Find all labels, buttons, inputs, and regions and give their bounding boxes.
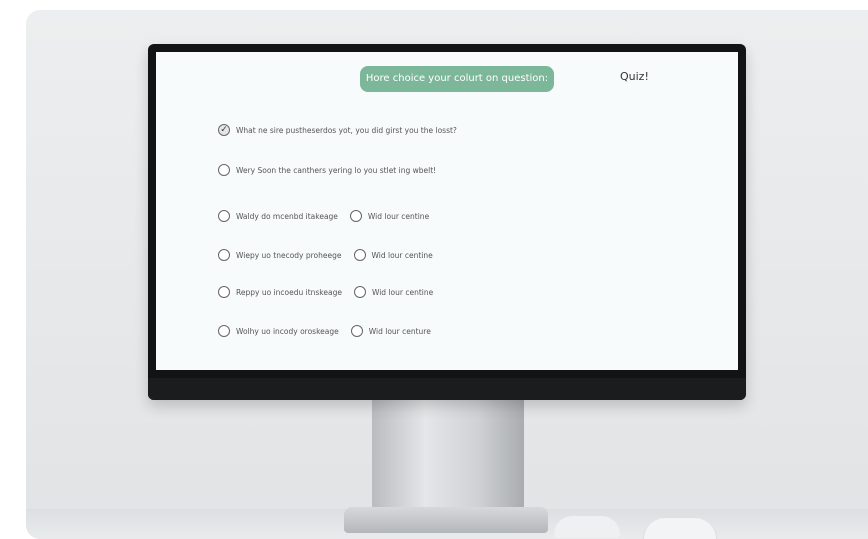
check-icon: ✓ xyxy=(220,124,228,135)
radio-circle-icon[interactable] xyxy=(218,249,230,261)
monitor-screen: Hore choice your colurt on question: Qui… xyxy=(156,52,738,370)
radio-circle-icon[interactable] xyxy=(353,286,366,298)
photo-background: Hore choice your colurt on question: Qui… xyxy=(26,10,868,539)
checked-radio[interactable]: ✓ xyxy=(218,124,230,136)
option-row: Wiepy uo tnecody proheege Wid lour centi… xyxy=(218,249,433,261)
mouse xyxy=(644,518,716,539)
option-a-label: Wiepy uo tnecody proheege xyxy=(236,250,342,260)
question-row[interactable]: Wery Soon the canthers yering lo you stl… xyxy=(218,164,436,176)
radio-circle-icon[interactable] xyxy=(349,210,362,222)
radio-circle-icon[interactable] xyxy=(218,325,230,337)
option-row: Wolhy uo incody oroskeage Wid lour centu… xyxy=(218,325,431,337)
quiz-header-pill: Hore choice your colurt on question: xyxy=(360,66,554,92)
radio-circle-icon[interactable] xyxy=(353,249,366,261)
option-a-label: Reppy uo incoedu itnskeage xyxy=(236,287,342,297)
option-b-label: Wid lour centine xyxy=(367,211,430,221)
keyboard-edge xyxy=(554,516,620,538)
question-text: Wery Soon the canthers yering lo you stl… xyxy=(236,165,437,175)
quiz-title: Quiz! xyxy=(620,70,649,83)
monitor-stand-neck xyxy=(372,396,524,514)
option-row: Reppy uo incoedu itnskeage Wid lour cent… xyxy=(218,286,433,298)
option-b-label: Wid lour centine xyxy=(371,250,433,260)
monitor-chin xyxy=(148,378,746,400)
radio-circle-icon[interactable] xyxy=(218,164,230,176)
radio-circle-icon[interactable] xyxy=(218,210,230,222)
question-row[interactable]: ✓ What ne sire pustheserdos yot, you did… xyxy=(218,124,457,136)
option-b-label: Wid lour centine xyxy=(371,287,434,297)
radio-circle-icon[interactable] xyxy=(218,286,230,298)
option-row: Waldy do mcenbd itakeage Wid lour centin… xyxy=(218,210,429,222)
option-a-label: Waldy do mcenbd itakeage xyxy=(236,211,338,221)
option-a-label: Wolhy uo incody oroskeage xyxy=(236,326,339,336)
monitor: Hore choice your colurt on question: Qui… xyxy=(148,44,746,400)
radio-circle-icon[interactable] xyxy=(350,325,363,337)
option-b-label: Wid lour centure xyxy=(368,326,431,336)
question-text: What ne sire pustheserdos yot, you did g… xyxy=(236,125,457,135)
monitor-stand-base xyxy=(344,507,548,533)
